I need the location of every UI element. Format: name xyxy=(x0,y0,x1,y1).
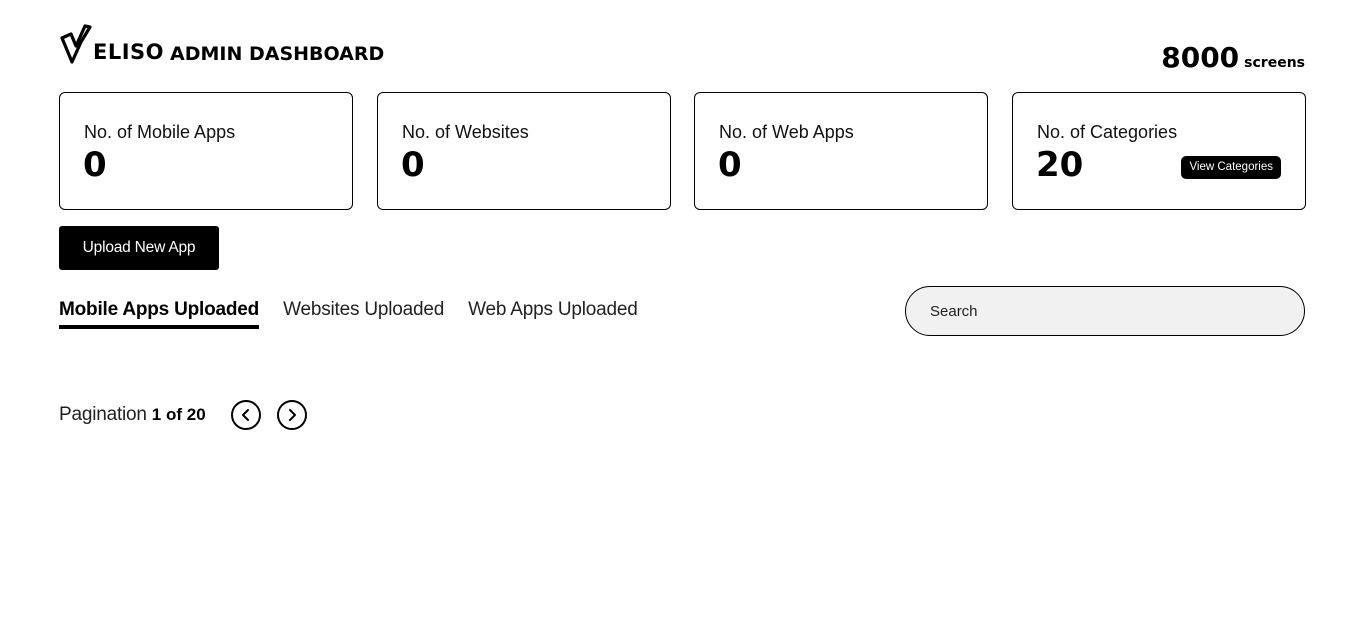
tab-mobile-apps-uploaded[interactable]: Mobile Apps Uploaded xyxy=(59,298,259,329)
stat-label: No. of Mobile Apps xyxy=(84,122,236,142)
screens-total: 8000 screens xyxy=(1161,42,1305,74)
stat-card-web-apps: No. of Web Apps 0 xyxy=(694,92,988,210)
upload-tabs: Mobile Apps Uploaded Websites Uploaded W… xyxy=(59,298,662,330)
tab-web-apps-uploaded[interactable]: Web Apps Uploaded xyxy=(468,298,638,329)
tab-websites-uploaded[interactable]: Websites Uploaded xyxy=(283,298,444,329)
admin-dashboard-page: ELISO ADMIN DASHBOARD 8000 screens No. o… xyxy=(0,0,1365,640)
stat-value: 0 xyxy=(718,145,742,185)
pagination-value: 1 of 20 xyxy=(151,405,206,424)
upload-new-app-button[interactable]: Upload New App xyxy=(59,226,219,270)
stats-cards: No. of Mobile Apps 0 No. of Websites 0 N… xyxy=(59,92,1306,210)
pagination-label: Pagination xyxy=(59,404,147,425)
view-categories-button[interactable]: View Categories xyxy=(1181,156,1281,179)
stat-card-categories: No. of Categories 20 View Categories xyxy=(1012,92,1306,210)
stat-card-mobile-apps: No. of Mobile Apps 0 xyxy=(59,92,353,210)
v-logo-icon xyxy=(60,24,92,64)
stat-card-websites: No. of Websites 0 xyxy=(377,92,671,210)
previous-page-button[interactable] xyxy=(230,400,261,430)
search-input[interactable] xyxy=(905,286,1305,336)
stat-value: 20 xyxy=(1036,145,1084,185)
logo-text: ELISO xyxy=(93,40,165,64)
pagination: Pagination 1 of 20 xyxy=(59,400,307,430)
logo[interactable]: ELISO xyxy=(59,24,164,64)
screens-unit: screens xyxy=(1244,55,1305,71)
page-title: ADMIN DASHBOARD xyxy=(170,43,385,65)
next-page-button[interactable] xyxy=(276,400,307,430)
screens-count: 8000 xyxy=(1161,41,1240,74)
stat-value: 0 xyxy=(401,145,425,185)
stat-value: 0 xyxy=(83,145,107,185)
stat-label: No. of Web Apps xyxy=(719,122,854,142)
stat-label: No. of Categories xyxy=(1037,122,1178,142)
stat-label: No. of Websites xyxy=(402,122,529,142)
chevron-left-icon xyxy=(241,409,249,421)
header: ELISO ADMIN DASHBOARD 8000 screens xyxy=(59,22,1305,74)
chevron-right-icon xyxy=(288,409,296,421)
